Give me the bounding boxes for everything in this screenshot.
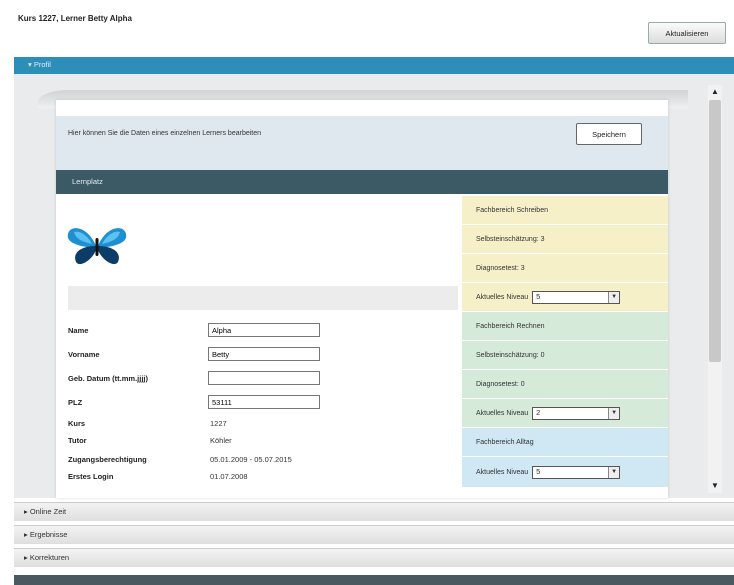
accordion-korrekturen[interactable]: ▸ Korrekturen [14, 548, 734, 567]
schreiben-diag: Diagnosetest: 3 [462, 254, 668, 282]
zugang-label: Zugangsberechtigung [68, 455, 147, 464]
schreiben-niveau-row: Aktuelles Niveau 5 ▼ [462, 283, 668, 311]
rechnen-niveau-row: Aktuelles Niveau 2 ▼ [462, 399, 668, 427]
zugang-value: 05.01.2009 - 05.07.2015 [210, 455, 292, 464]
tutor-value: Köhler [210, 436, 232, 445]
chevron-down-icon: ▼ [608, 407, 620, 419]
page-title: Kurs 1227, Lerner Betty Alpha [18, 14, 132, 23]
kurs-label: Kurs [68, 419, 86, 428]
chevron-down-icon: ▼ [608, 466, 620, 478]
schreiben-niveau-value: 5 [536, 291, 541, 301]
geb-datum-input[interactable] [208, 371, 320, 385]
rechnen-selbst-text: Selbsteinschätzung: 0 [476, 351, 545, 359]
accordion-ergebnisse[interactable]: ▸ Ergebnisse [14, 525, 734, 544]
scroll-up-icon[interactable]: ▲ [708, 85, 722, 99]
schreiben-niveau-select[interactable]: 5 ▼ [532, 290, 621, 304]
accordion-online-zeit[interactable]: ▸ Online Zeit [14, 502, 734, 521]
bottom-bar [14, 575, 734, 585]
plz-label: PLZ [68, 398, 83, 407]
rechnen-niveau-select[interactable]: 2 ▼ [532, 406, 621, 420]
geb-datum-label: Geb. Datum (tt.mm.jjjj) [68, 374, 149, 383]
erstes-login-value: 01.07.2008 [210, 472, 248, 481]
schreiben-niveau-label: Aktuelles Niveau [476, 293, 529, 301]
tutor-label: Tutor [68, 436, 87, 445]
erstes-login-label: Erstes Login [68, 472, 114, 481]
scrollbar-thumb[interactable] [709, 100, 721, 362]
rechnen-niveau-label: Aktuelles Niveau [476, 409, 529, 417]
refresh-button[interactable]: Aktualisieren [648, 22, 726, 44]
alltag-niveau-label: Aktuelles Niveau [476, 468, 529, 476]
info-text: Hier können Sie die Daten eines einzelne… [68, 130, 262, 137]
kurs-value: 1227 [210, 419, 227, 428]
schreiben-title: Fachbereich Schreiben [462, 196, 668, 224]
profil-accordion-header[interactable]: ▾ Profil [14, 57, 734, 74]
alltag-title-text: Fachbereich Alltag [476, 438, 534, 446]
alltag-niveau-value: 5 [536, 466, 541, 476]
rechnen-diag-text: Diagnosetest: 0 [476, 380, 525, 388]
name-input[interactable] [208, 323, 320, 337]
rechnen-niveau-value: 2 [536, 407, 541, 417]
alltag-niveau-row: Aktuelles Niveau 5 ▼ [462, 457, 668, 487]
online-zeit-label: ▸ Online Zeit [24, 507, 67, 516]
save-button[interactable]: Speichern [576, 123, 642, 145]
vorname-input[interactable] [208, 347, 320, 361]
korrekturen-label: ▸ Korrekturen [24, 553, 70, 562]
butterfly-icon [66, 224, 128, 270]
rechnen-diag: Diagnosetest: 0 [462, 370, 668, 398]
gray-strip [68, 286, 458, 310]
section-title: Lernplatz [72, 177, 103, 186]
vorname-label: Vorname [68, 350, 100, 359]
top-bar [0, 0, 734, 50]
name-label: Name [68, 326, 89, 335]
section-header: Lernplatz [56, 170, 668, 194]
rechnen-title: Fachbereich Rechnen [462, 312, 668, 340]
rechnen-selbst: Selbsteinschätzung: 0 [462, 341, 668, 369]
alltag-title: Fachbereich Alltag [462, 428, 668, 456]
schreiben-selbst: Selbsteinschätzung: 3 [462, 225, 668, 253]
rechnen-title-text: Fachbereich Rechnen [476, 322, 545, 330]
schreiben-selbst-text: Selbsteinschätzung: 3 [476, 235, 545, 243]
alltag-niveau-select[interactable]: 5 ▼ [532, 465, 621, 479]
profil-label: ▾ Profil [28, 60, 51, 69]
schreiben-title-text: Fachbereich Schreiben [476, 206, 548, 214]
ergebnisse-label: ▸ Ergebnisse [24, 530, 68, 539]
plz-input[interactable] [208, 395, 320, 409]
scroll-down-icon[interactable]: ▼ [708, 479, 722, 493]
chevron-down-icon: ▼ [608, 291, 620, 303]
schreiben-diag-text: Diagnosetest: 3 [476, 264, 525, 272]
